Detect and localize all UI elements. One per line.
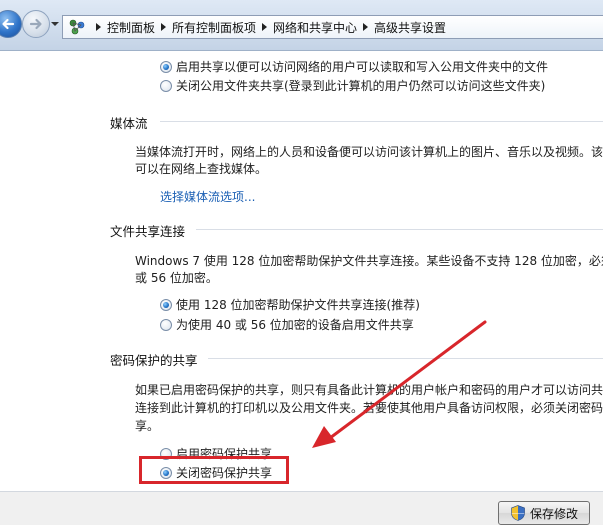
save-changes-button[interactable]: 保存修改 [498, 501, 590, 525]
annotation-arrow-icon [312, 320, 487, 448]
save-changes-label: 保存修改 [530, 506, 579, 521]
annotation-highlight-box [139, 456, 289, 484]
footer-bar: 保存修改 [0, 491, 603, 525]
uac-shield-icon [511, 505, 525, 521]
